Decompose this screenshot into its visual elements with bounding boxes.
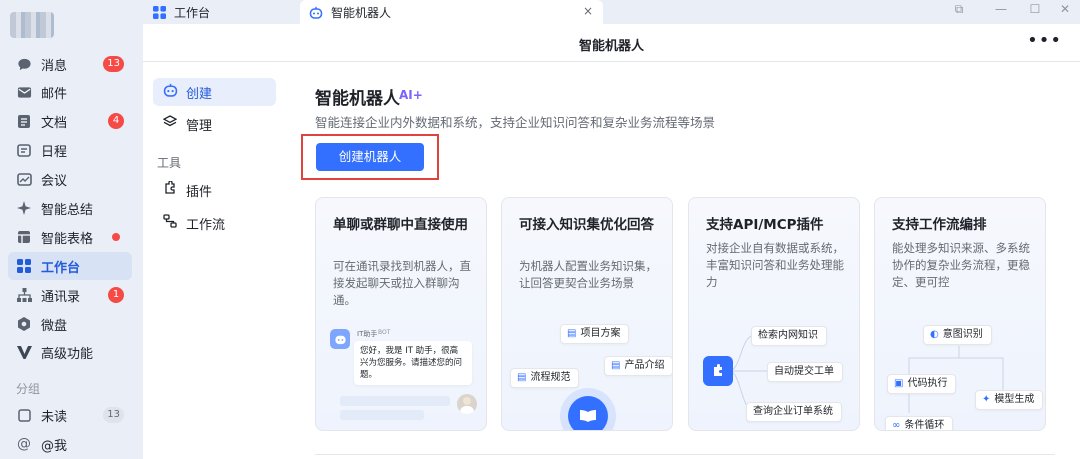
page-title: 智能机器人 [578,39,644,54]
user-avatar [457,394,477,414]
drive-icon [16,316,32,332]
minimize-icon[interactable]: — [991,2,1011,16]
message-placeholder-bar [340,410,424,420]
chat-bot-tag: BOT [378,329,391,336]
sidebar-item-workbench[interactable]: 工作台 [8,252,132,280]
sidebar-item-unread[interactable]: 未读 13 [8,401,132,429]
workflow-node: ∞ 条件循环 [885,416,954,431]
grid-icon [152,5,166,19]
knowledge-pill: ▤ 产品介绍 [604,356,672,376]
knowledge-pill: ▤ 流程规范 [510,368,580,388]
sidebar-item-calendar[interactable]: 日程 [8,136,132,164]
new-dot [112,233,120,241]
sidebar-item-mentions[interactable]: @ @我 [8,430,132,458]
contacts-icon [16,287,32,303]
create-robot-button[interactable]: 创建机器人 [316,143,424,171]
sidebar-item-smart-summary[interactable]: 智能总结 [8,194,132,222]
robot-subnav: 创建 管理 工具 插件 工作流 [143,62,290,459]
workflow-node: ▣ 代码执行 [887,374,957,394]
maximize-icon[interactable]: ☐ [1025,2,1045,16]
workflow-node: ◐ 意图识别 [923,325,992,345]
window-close-icon[interactable]: ✕ [1055,2,1075,16]
sidebar-item-mail[interactable]: 邮件 [8,78,132,106]
sidebar-item-smart-table[interactable]: 智能表格 [8,223,132,251]
mail-icon [16,84,32,100]
close-icon[interactable]: × [583,4,593,18]
more-icon[interactable]: ••• [1027,30,1062,51]
advanced-icon [16,344,32,360]
subnav-item-manage[interactable]: 管理 [153,110,276,138]
tab-workbench[interactable]: 工作台 [143,0,300,24]
workflow-icon [162,214,178,232]
subnav-item-plugins[interactable]: 插件 [153,176,276,204]
grid-icon [16,258,32,274]
card-title: 单聊或群聊中直接使用 [333,217,468,233]
table-icon [16,229,32,245]
feature-card-chat: 单聊或群聊中直接使用 可在通讯录找到机器人，直接发起聊天或拉入群聊沟通。 IT助… [315,197,487,431]
feature-card-knowledge: 可接入知识集优化回答 为机器人配置业务知识集，让回答更契合业务场景 ▤ 项目方案 … [501,197,673,431]
app-sidebar: 消息 13 邮件 文档 4 日程 会议 智能总结 智能表格 工作台 通讯录 1 … [0,0,143,459]
sidebar-item-meeting[interactable]: 会议 [8,165,132,193]
plugin-connector-lines [728,335,769,411]
ai-tag: AI+ [399,88,423,102]
docs-badge: 4 [108,113,124,129]
book-icon [568,396,608,430]
card-description: 为机器人配置业务知识集，让回答更契合业务场景 [519,259,657,290]
knowledge-pill: ▤ 项目方案 [560,324,630,344]
feature-card-plugins: 支持API/MCP插件 对接企业自有数据或系统，丰富知识问答和业务处理能力 检索… [688,197,860,431]
subnav-item-workflow[interactable]: 工作流 [153,209,276,237]
plugin-icon [162,180,178,199]
chat-bubble: 您好，我是 IT 助手，很高兴为您服务。请描述您的问题。 [354,341,472,385]
plugin-pill: 自动提交工单 [767,362,843,382]
sidebar-item-advanced[interactable]: 高级功能 [8,338,132,366]
section-title: 智能机器人 [315,89,400,109]
plugin-icon [703,356,733,386]
feature-card-workflow: 支持工作流编排 能处理多知识来源、多系统协作的复杂业务流程，更稳定、更可控 ◐ 意… [874,197,1046,431]
intent-icon: ◐ [930,329,939,340]
layers-icon [162,115,178,133]
calendar-icon [16,142,32,158]
workflow-node: ✦ 模型生成 [975,390,1044,410]
sidebar-item-contacts[interactable]: 通讯录 1 [8,281,132,309]
robot-icon [309,5,323,19]
card-title: 可接入知识集优化回答 [519,217,654,233]
meeting-icon [16,171,32,187]
message-placeholder-bar [340,396,450,406]
unread-badge: 13 [103,56,124,72]
doc-icon: ▤ [611,360,621,371]
group-label: 分组 [16,382,41,396]
message-icon [16,56,32,72]
plugin-pill: 检索内网知识 [751,326,827,346]
contacts-badge: 1 [108,287,124,303]
divider [315,454,1055,455]
code-icon: ▣ [894,378,904,389]
chat-bot-name: IT助手 [357,330,378,338]
at-icon: @ [17,436,31,452]
user-avatar[interactable] [10,12,54,38]
subnav-item-create[interactable]: 创建 [153,78,276,106]
sparkle-icon: ✦ [982,394,991,405]
main-content: 智能机器人 AI+ 智能连接企业内外数据和系统，支持企业知识问答和复杂业务流程等… [290,62,1080,459]
section-description: 智能连接企业内外数据和系统，支持企业知识问答和复杂业务流程等场景 [315,115,716,130]
loop-icon: ∞ [892,420,901,431]
tab-smart-robot[interactable]: 智能机器人 × [300,0,603,24]
doc-icon: ▤ [517,372,527,383]
page-header: 智能机器人 ••• [143,24,1080,62]
doc-icon: ▤ [567,328,577,339]
sidebar-item-messages[interactable]: 消息 13 [8,50,132,78]
sparkle-icon [16,200,32,216]
sidebar-item-drive[interactable]: 微盘 [8,310,132,338]
doc-icon [16,113,32,129]
subnav-section-tools: 工具 [157,156,182,170]
unread-count-badge: 13 [103,407,124,423]
sidebar-item-docs[interactable]: 文档 4 [8,107,132,135]
robot-icon [162,83,178,101]
unread-icon [16,407,32,423]
popout-icon[interactable]: ⧉ [949,2,969,17]
card-description: 可在通讯录找到机器人，直接发起聊天或拉入群聊沟通。 [333,259,471,307]
plugin-pill: 查询企业订单系统 [746,402,842,422]
bot-avatar [330,329,350,349]
tab-strip: 工作台 智能机器人 × ⧉ — ☐ ✕ [143,0,1080,24]
